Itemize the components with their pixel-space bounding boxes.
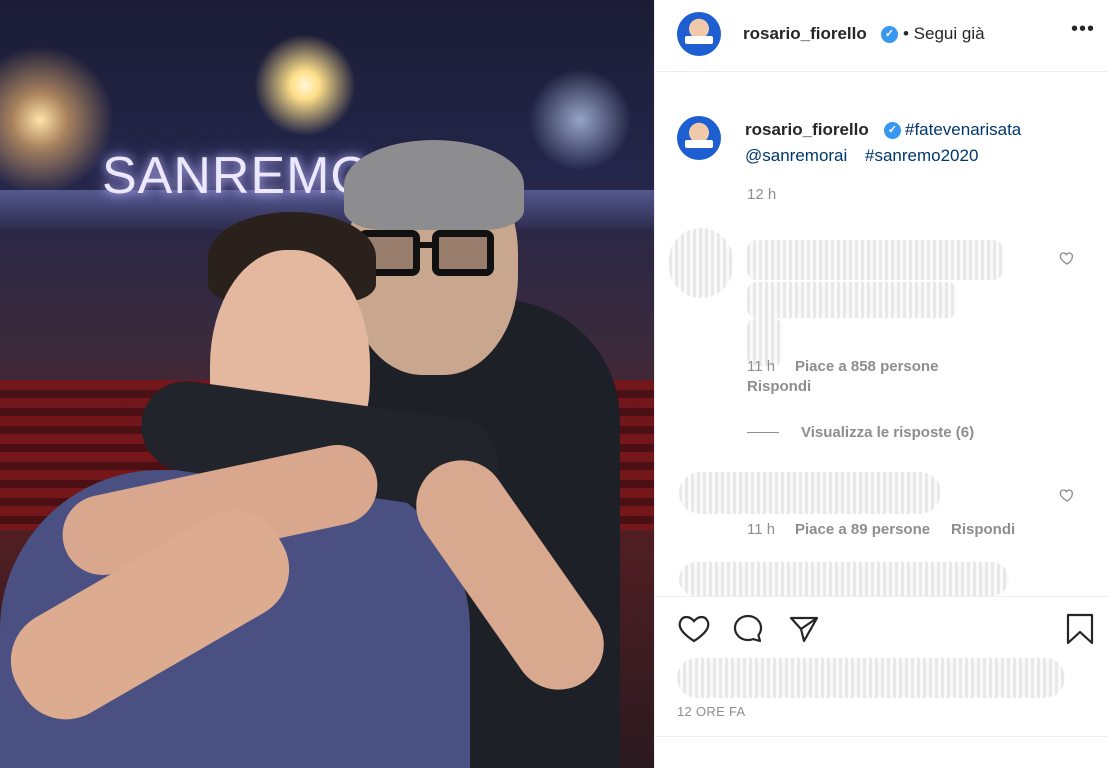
verified-badge-icon: ✓ [881, 26, 898, 43]
man-back-hair [344, 140, 524, 230]
comment-like-icon[interactable] [1059, 487, 1075, 503]
post-header: rosario_fiorello ✓ • Segui già ••• [655, 0, 1108, 72]
redacted-comment [747, 240, 1003, 280]
author-username[interactable]: rosario_fiorello [743, 24, 867, 44]
comment-time[interactable]: 11 h [747, 358, 775, 375]
caption-time[interactable]: 12 h [747, 186, 776, 203]
post-timestamp[interactable]: 12 ORE FA [677, 704, 745, 719]
reply-button[interactable]: Rispondi [747, 378, 811, 395]
hashtag-link[interactable]: #fatevenarisata [905, 120, 1021, 140]
view-replies-button[interactable]: Visualizza le risposte (6) [801, 424, 974, 441]
reply-button[interactable]: Rispondi [951, 521, 1015, 538]
mention-link[interactable]: @sanremorai [745, 146, 847, 166]
redacted-comment [679, 472, 941, 514]
more-options-icon[interactable]: ••• [1071, 18, 1095, 41]
caption-username[interactable]: rosario_fiorello [745, 120, 869, 140]
hashtag-link[interactable]: #sanremo2020 [865, 146, 978, 166]
follow-status[interactable]: • Segui già [903, 24, 985, 44]
caption-avatar[interactable] [677, 116, 721, 160]
stage-light [520, 60, 640, 180]
sanremo-sign: SANREMO [102, 147, 372, 205]
bookmark-icon[interactable] [1063, 612, 1097, 646]
actions-divider [655, 596, 1108, 597]
redacted-likes [677, 658, 1065, 698]
verified-badge-icon: ✓ [884, 122, 901, 139]
share-icon[interactable] [787, 612, 821, 646]
redacted-comment [747, 282, 957, 318]
stage-light [250, 30, 360, 140]
comment-icon[interactable] [731, 612, 765, 646]
like-heart-icon[interactable] [677, 612, 711, 646]
comment-like-icon[interactable] [1059, 250, 1075, 266]
glasses [358, 230, 498, 276]
post-photo[interactable]: SANREMO [0, 0, 654, 768]
redacted-comment [679, 562, 1009, 596]
replies-divider [747, 432, 779, 433]
redacted-avatar [669, 228, 733, 298]
comment-likes[interactable]: Piace a 858 persone [795, 358, 938, 375]
footer-divider [655, 736, 1108, 737]
comment-time[interactable]: 11 h [747, 521, 775, 538]
post-side-panel: rosario_fiorello ✓ • Segui già ••• rosar… [654, 0, 1108, 768]
avatar[interactable] [677, 12, 721, 56]
comment-likes[interactable]: Piace a 89 persone [795, 521, 930, 538]
